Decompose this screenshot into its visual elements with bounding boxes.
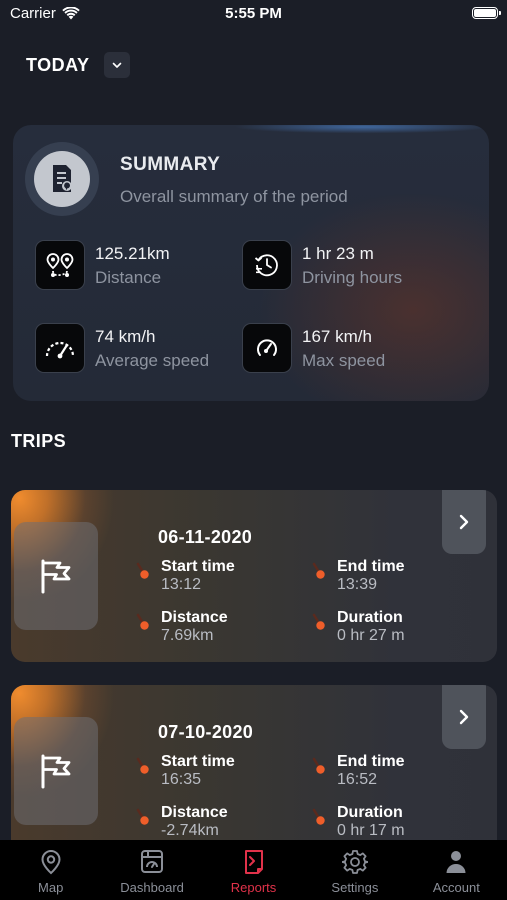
dashboard-icon: [141, 850, 164, 873]
trip-end-value: 13:39: [337, 576, 378, 593]
trip-start-label: Start time: [161, 558, 235, 575]
reports-icon: [244, 850, 263, 874]
summary-card: SUMMARY Overall summary of the period 12…: [13, 125, 489, 401]
trip-start-time: Start time 13:12: [135, 558, 235, 594]
trip-distance-label: Distance: [161, 804, 228, 821]
trip-date: 06-11-2020: [158, 527, 253, 547]
summary-subtitle: Overall summary of the period: [120, 187, 348, 206]
trip-duration: Duration 0 hr 17 m: [311, 804, 405, 840]
trip-marker-icon: [311, 804, 327, 838]
trip-distance: Distance 7.69km: [135, 609, 228, 645]
route-pins-icon: [35, 240, 85, 290]
stat-average-speed-value: 74 km/h: [95, 327, 156, 346]
gear-icon: [341, 850, 368, 874]
period-selector[interactable]: TODAY: [26, 52, 130, 78]
chevron-right-icon: [459, 514, 469, 530]
trip-distance-label: Distance: [161, 609, 228, 626]
trip-start-value: 16:35: [161, 771, 202, 788]
trip-card[interactable]: 07-10-2020 Start time 16:35 End time 16:…: [11, 685, 497, 857]
speedometer-icon: [35, 323, 85, 373]
trip-end-label: End time: [337, 753, 405, 770]
summary-title: SUMMARY: [120, 154, 221, 175]
trip-duration: Duration 0 hr 27 m: [311, 609, 405, 645]
tab-settings[interactable]: Settings: [304, 840, 405, 900]
trip-end-value: 16:52: [337, 771, 378, 788]
trip-duration-value: 0 hr 27 m: [337, 627, 405, 644]
trip-distance-value: 7.69km: [161, 627, 214, 644]
trip-start-time: Start time 16:35: [135, 753, 235, 789]
user-icon: [446, 851, 466, 873]
trip-marker-icon: [135, 804, 151, 838]
gauge-icon: [242, 323, 292, 373]
trip-end-time: End time 16:52: [311, 753, 405, 789]
trip-open-button[interactable]: [442, 685, 486, 749]
tab-bar: Map Dashboard Reports Settings Account: [0, 840, 507, 900]
tab-account-label: Account: [432, 880, 480, 895]
stat-average-speed: 74 km/h Average speed: [35, 323, 209, 373]
chevron-right-icon: [459, 709, 469, 725]
status-bar: Carrier 5:55 PM: [0, 0, 507, 30]
tab-settings-label: Settings: [331, 880, 379, 895]
history-clock-icon: [242, 240, 292, 290]
trip-marker-icon: [135, 558, 151, 592]
map-pin-icon: [41, 849, 61, 875]
trip-distance-value: -2.74km: [161, 822, 219, 839]
period-dropdown-button[interactable]: [103, 52, 130, 78]
chevron-down-icon: [112, 62, 121, 68]
trips-title: TRIPS: [11, 431, 67, 451]
tab-dashboard-label: Dashboard: [120, 880, 184, 895]
stat-distance-label: Distance: [95, 268, 162, 287]
trip-marker-icon: [311, 558, 327, 592]
stat-distance: 125.21km Distance: [35, 240, 170, 290]
stat-driving-hours-value: 1 hr 23 m: [302, 244, 374, 263]
flag-icon: [41, 754, 71, 789]
tab-map-label: Map: [38, 880, 64, 895]
tab-dashboard[interactable]: Dashboard: [101, 840, 202, 900]
tab-reports[interactable]: Reports: [203, 840, 304, 900]
tab-map[interactable]: Map: [0, 840, 101, 900]
trip-marker-icon: [135, 609, 151, 643]
status-time: 5:55 PM: [225, 5, 282, 22]
trip-start-value: 13:12: [161, 576, 202, 593]
trip-duration-value: 0 hr 17 m: [337, 822, 405, 839]
tab-reports-label: Reports: [230, 880, 277, 895]
trip-marker-icon: [135, 753, 151, 787]
trip-end-time: End time 13:39: [311, 558, 405, 594]
trip-marker-icon: [311, 753, 327, 787]
stat-average-speed-label: Average speed: [95, 351, 210, 370]
trip-duration-label: Duration: [337, 609, 403, 626]
stat-max-speed: 167 km/h Max speed: [242, 323, 385, 373]
stat-driving-hours: 1 hr 23 m Driving hours: [242, 240, 402, 290]
trip-flag-badge: [14, 717, 98, 825]
stat-max-speed-label: Max speed: [302, 351, 386, 370]
trip-date: 07-10-2020: [158, 722, 254, 742]
stat-max-speed-value: 167 km/h: [302, 327, 372, 346]
trip-flag-badge: [14, 522, 98, 630]
flag-icon: [41, 559, 71, 594]
trip-end-label: End time: [337, 558, 405, 575]
battery-icon: [472, 7, 501, 19]
trip-marker-icon: [311, 609, 327, 643]
trip-duration-label: Duration: [337, 804, 403, 821]
tab-account[interactable]: Account: [406, 840, 507, 900]
stat-distance-value: 125.21km: [95, 244, 170, 263]
stat-driving-hours-label: Driving hours: [302, 268, 403, 287]
trip-open-button[interactable]: [442, 490, 486, 554]
period-label: TODAY: [26, 54, 90, 75]
trip-card[interactable]: 06-11-2020 Start time 13:12 End time 13:…: [11, 490, 497, 662]
summary-avatar: [25, 142, 99, 216]
report-document-icon: [34, 151, 90, 207]
trip-distance: Distance -2.74km: [135, 804, 228, 840]
trip-start-label: Start time: [161, 753, 235, 770]
